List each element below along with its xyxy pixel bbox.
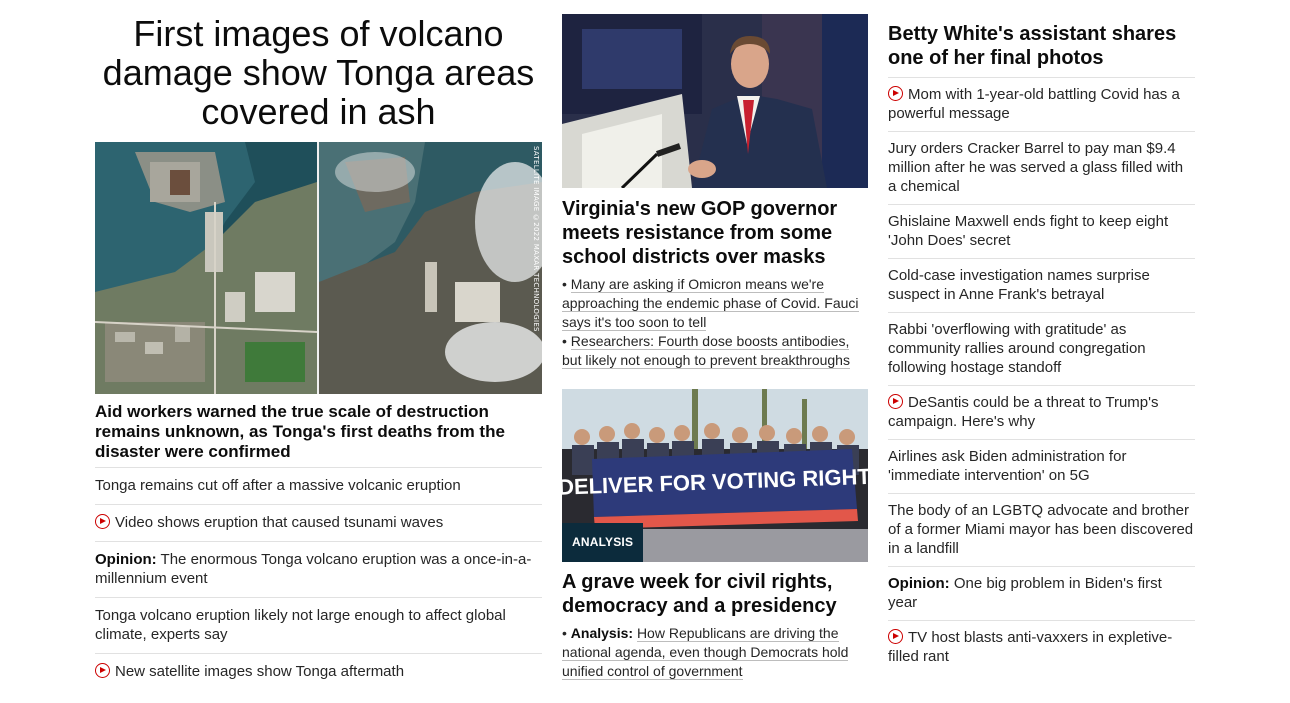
play-icon xyxy=(95,663,110,678)
image-credit: SATELLITE IMAGE ©2022 MAXAR TECHNOLOGIES xyxy=(532,146,540,332)
play-icon xyxy=(888,86,903,101)
governor-headline[interactable]: Virginia's new GOP governor meets resist… xyxy=(562,197,868,269)
list-item[interactable]: TV host blasts anti-vaxxers in expletive… xyxy=(888,620,1195,674)
list-item[interactable]: Tonga volcano eruption likely not large … xyxy=(95,597,542,653)
list-item[interactable]: Opinion: The enormous Tonga volcano erup… xyxy=(95,541,542,597)
list-item[interactable]: Ghislaine Maxwell ends fight to keep eig… xyxy=(888,204,1195,258)
voting-rights-photo[interactable]: DELIVER FOR VOTING RIGHTS ANALYSIS xyxy=(562,389,868,562)
analysis-badge: ANALYSIS xyxy=(562,523,644,562)
story-governor: Virginia's new GOP governor meets resist… xyxy=(562,197,868,370)
play-icon xyxy=(888,629,903,644)
civil-rights-bullets: • Analysis: How Republicans are driving … xyxy=(562,624,868,681)
list-item[interactable]: Jury orders Cracker Barrel to pay man $9… xyxy=(888,131,1195,204)
play-icon xyxy=(95,514,110,529)
satellite-image[interactable]: SATELLITE IMAGE ©2022 MAXAR TECHNOLOGIES xyxy=(95,142,542,394)
list-item[interactable]: Cold-case investigation names surprise s… xyxy=(888,258,1195,312)
list-item[interactable]: Tonga remains cut off after a massive vo… xyxy=(95,467,542,504)
play-icon xyxy=(888,394,903,409)
lead-headline[interactable]: First images of volcano damage show Tong… xyxy=(95,14,542,131)
list-item[interactable]: Airlines ask Biden administration for 'i… xyxy=(888,439,1195,493)
list-item[interactable]: • Analysis: How Republicans are driving … xyxy=(562,624,868,681)
related-links: Tonga remains cut off after a massive vo… xyxy=(95,467,542,690)
story-civil-rights: A grave week for civil rights, democracy… xyxy=(562,570,868,681)
civil-rights-headline[interactable]: A grave week for civil rights, democracy… xyxy=(562,570,868,618)
betty-white-headline[interactable]: Betty White's assistant shares one of he… xyxy=(888,22,1195,70)
headline-list: Mom with 1-year-old battling Covid has a… xyxy=(888,77,1195,674)
list-item[interactable]: Opinion: One big problem in Biden's firs… xyxy=(888,566,1195,620)
governor-bullets: • Many are asking if Omicron means we're… xyxy=(562,275,868,370)
list-item[interactable]: The body of an LGBTQ advocate and brothe… xyxy=(888,493,1195,566)
opinion-label: Opinion: xyxy=(888,575,950,592)
list-item[interactable]: New satellite images show Tonga aftermat… xyxy=(95,653,542,690)
list-item[interactable]: Mom with 1-year-old battling Covid has a… xyxy=(888,77,1195,131)
list-item[interactable]: Rabbi 'overflowing with gratitude' as co… xyxy=(888,312,1195,385)
list-item[interactable]: DeSantis could be a threat to Trump's ca… xyxy=(888,385,1195,439)
list-item[interactable]: Video shows eruption that caused tsunami… xyxy=(95,504,542,541)
governor-photo[interactable] xyxy=(562,14,868,188)
list-item[interactable]: • Many are asking if Omicron means we're… xyxy=(562,275,868,332)
analysis-label: Analysis: xyxy=(570,625,634,641)
lead-subheadline[interactable]: Aid workers warned the true scale of des… xyxy=(95,402,542,462)
opinion-label: Opinion: xyxy=(95,551,157,568)
list-item[interactable]: • Researchers: Fourth dose boosts antibo… xyxy=(562,332,868,370)
